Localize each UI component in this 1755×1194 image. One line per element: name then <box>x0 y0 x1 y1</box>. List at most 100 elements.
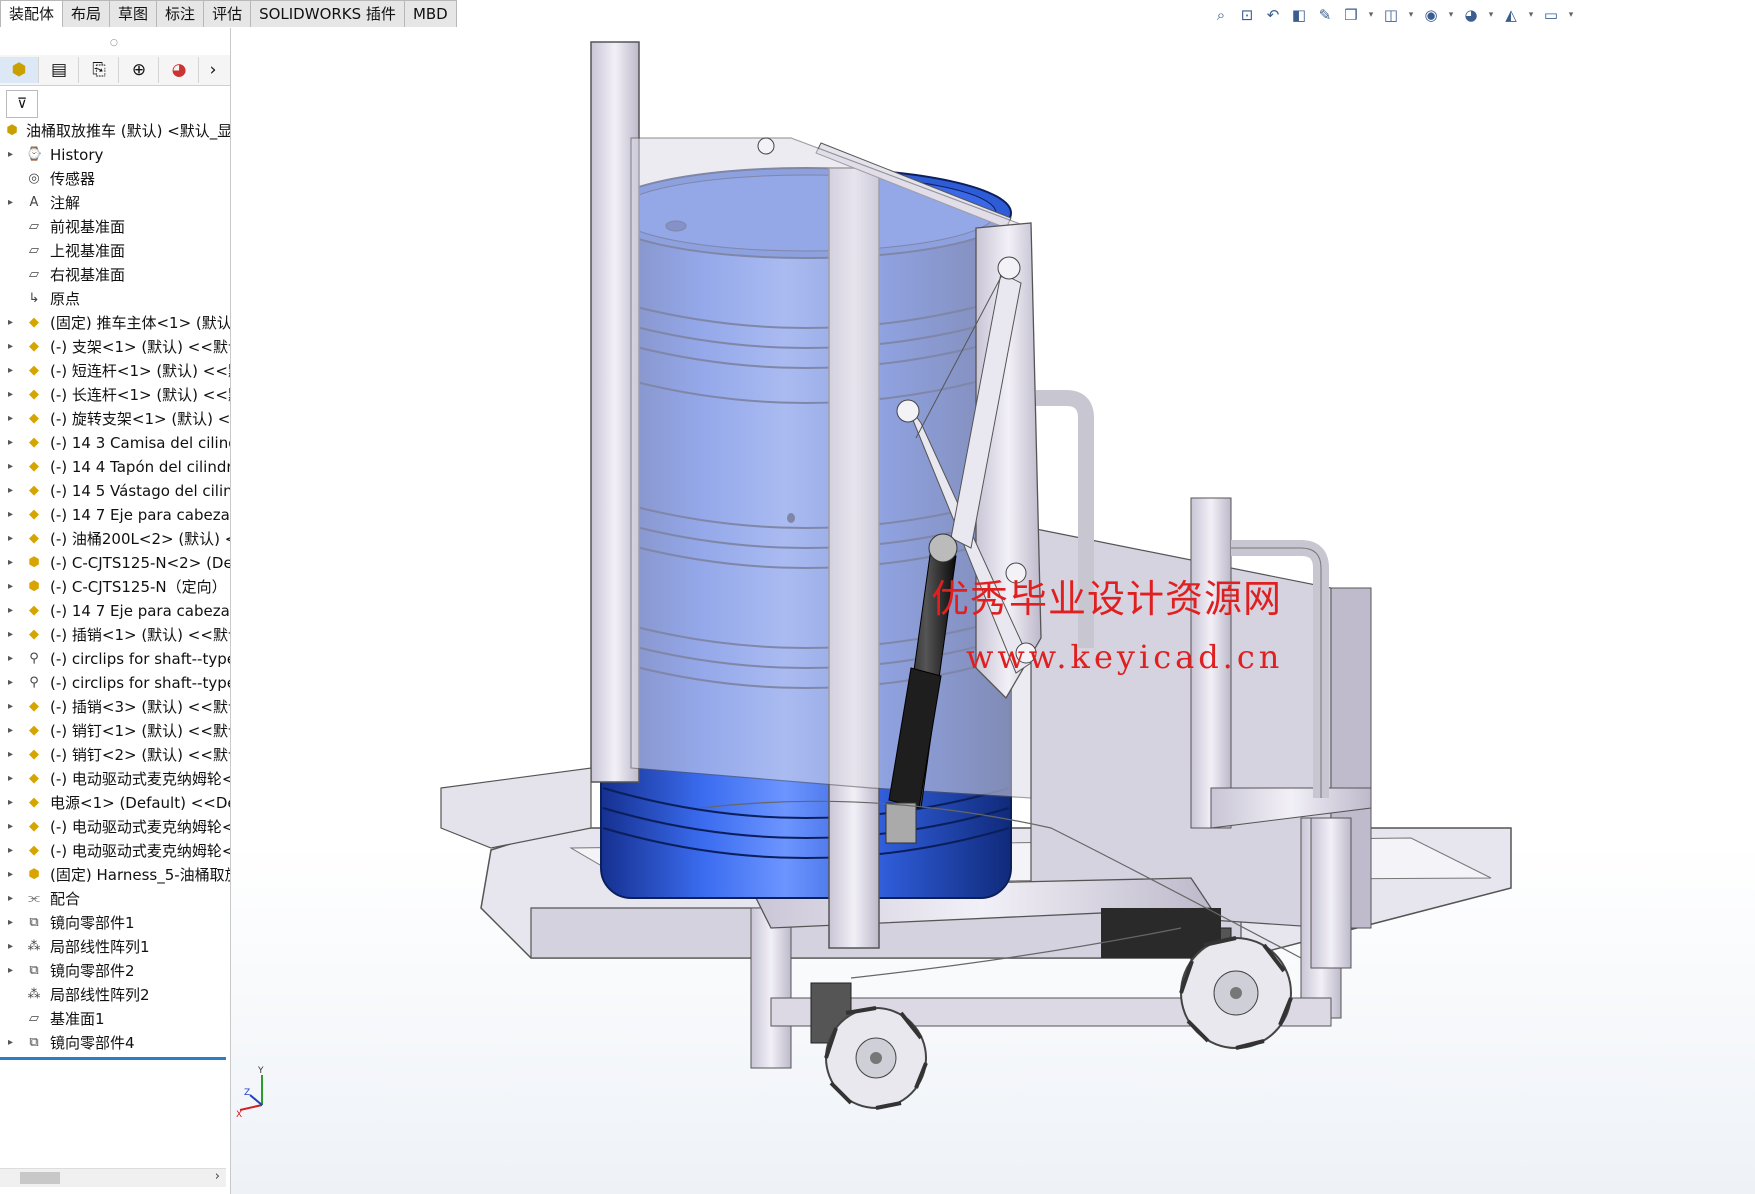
tab-6[interactable]: MBD <box>403 0 457 27</box>
tree-end-marker[interactable] <box>0 1057 226 1060</box>
tree-item[interactable]: ▸ ◆ (-) 插销<1> (默认) <<默认 <box>0 623 230 647</box>
section-view-icon[interactable]: ◧ <box>1288 4 1310 26</box>
chevron-down-icon[interactable]: ▾ <box>1366 4 1376 26</box>
tree-item[interactable]: ▸ ◆ (-) 短连杆<1> (默认) <<默 <box>0 359 230 383</box>
expand-icon[interactable]: ▸ <box>8 479 18 503</box>
expand-icon[interactable]: ▸ <box>8 791 18 815</box>
tab-1[interactable]: 布局 <box>62 0 111 27</box>
tree-item[interactable]: ▸ ◆ 电源<1> (Default) <<Def <box>0 791 230 815</box>
tree-item[interactable]: ▸ ◆ (-) 电动驱动式麦克纳姆轮< <box>0 839 230 863</box>
panel-grip-icon[interactable]: ○ <box>110 38 118 48</box>
tree-item[interactable]: ▸ ◆ (-) 插销<3> (默认) <<默认 <box>0 695 230 719</box>
expand-icon[interactable]: ▸ <box>8 1031 18 1055</box>
expand-icon[interactable]: ▸ <box>8 719 18 743</box>
expand-icon[interactable]: ▸ <box>8 671 18 695</box>
tree-item[interactable]: ▸ ⫘ 配合 <box>0 887 230 911</box>
tree-item[interactable]: ▸ ◆ (-) 14 3 Camisa del cilindr <box>0 431 230 455</box>
view-settings-icon[interactable]: ▭ <box>1540 4 1562 26</box>
expand-icon[interactable]: ▸ <box>8 359 18 383</box>
tab-5[interactable]: SOLIDWORKS 插件 <box>250 0 405 27</box>
tree-item[interactable]: ▱ 上视基准面 <box>0 239 230 263</box>
tree-item[interactable]: ◎ 传感器 <box>0 167 230 191</box>
expand-icon[interactable]: ▸ <box>8 527 18 551</box>
tab-0[interactable]: 装配体 <box>0 0 64 27</box>
expand-icon[interactable]: ▸ <box>8 959 18 983</box>
scroll-right-icon[interactable]: › <box>215 1169 220 1184</box>
hide-show-icon[interactable]: ◉ <box>1420 4 1442 26</box>
expand-icon[interactable]: ▸ <box>8 407 18 431</box>
chevron-down-icon[interactable]: ▾ <box>1486 4 1496 26</box>
tab-2[interactable]: 草图 <box>109 0 158 27</box>
configurationmanager-tab[interactable]: ⎘ <box>80 57 119 83</box>
chevron-down-icon[interactable]: ▾ <box>1526 4 1536 26</box>
view-orientation-icon[interactable]: ❒ <box>1340 4 1362 26</box>
chevron-down-icon[interactable]: ▾ <box>1406 4 1416 26</box>
tree-item[interactable]: ▸ ◆ (固定) 推车主体<1> (默认) < <box>0 311 230 335</box>
tree-item[interactable]: ▸ ◆ (-) 14 7 Eje para cabezal c <box>0 503 230 527</box>
more-tabs-button[interactable]: › <box>200 57 226 83</box>
display-manager-tab[interactable]: ◕ <box>160 57 199 83</box>
horizontal-scrollbar[interactable]: › <box>0 1168 226 1187</box>
expand-icon[interactable]: ▸ <box>8 887 18 911</box>
tree-item[interactable]: ▸ ⧉ 镜向零部件1 <box>0 911 230 935</box>
tree-item[interactable]: ▸ ◆ (-) 旋转支架<1> (默认) << <box>0 407 230 431</box>
expand-icon[interactable]: ▸ <box>8 143 18 167</box>
tree-root[interactable]: ⬢ 油桶取放推车 (默认) <默认_显 <box>0 119 230 143</box>
tree-item[interactable]: ▱ 前视基准面 <box>0 215 230 239</box>
expand-icon[interactable]: ▸ <box>8 911 18 935</box>
expand-icon[interactable]: ▸ <box>8 551 18 575</box>
tree-item[interactable]: ▸ ⬢ (固定) Harness_5-油桶取放 <box>0 863 230 887</box>
filter-button[interactable]: ⊽ <box>6 90 38 118</box>
zoom-to-fit-icon[interactable]: ⌕ <box>1210 4 1232 26</box>
featuremanager-tab[interactable]: ⬢ <box>0 57 39 83</box>
tree-item[interactable]: ▸ A 注解 <box>0 191 230 215</box>
apply-scene-icon[interactable]: ◭ <box>1500 4 1522 26</box>
display-style-icon[interactable]: ◫ <box>1380 4 1402 26</box>
expand-icon[interactable]: ▸ <box>8 575 18 599</box>
tree-item[interactable]: ▸ ◆ (-) 支架<1> (默认) <<默认 <box>0 335 230 359</box>
expand-icon[interactable]: ▸ <box>8 503 18 527</box>
tree-item[interactable]: ↳ 原点 <box>0 287 230 311</box>
tab-3[interactable]: 标注 <box>156 0 205 27</box>
expand-icon[interactable]: ▸ <box>8 839 18 863</box>
chevron-down-icon[interactable]: ▾ <box>1566 4 1576 26</box>
tab-4[interactable]: 评估 <box>203 0 252 27</box>
expand-icon[interactable]: ▸ <box>8 311 18 335</box>
expand-icon[interactable]: ▸ <box>8 599 18 623</box>
expand-icon[interactable]: ▸ <box>8 743 18 767</box>
tree-item[interactable]: ▸ ◆ (-) 14 4 Tapón del cilindr <box>0 455 230 479</box>
tree-item[interactable]: ▸ ⧉ 镜向零部件4 <box>0 1031 230 1055</box>
dynamic-annotation-icon[interactable]: ✎ <box>1314 4 1336 26</box>
scrollbar-thumb[interactable] <box>20 1172 60 1184</box>
expand-icon[interactable]: ▸ <box>8 815 18 839</box>
expand-icon[interactable]: ▸ <box>8 935 18 959</box>
dimxpert-tab[interactable]: ⊕ <box>120 57 159 83</box>
zoom-to-area-icon[interactable]: ⊡ <box>1236 4 1258 26</box>
tree-item[interactable]: ▸ ◆ (-) 销钉<1> (默认) <<默认 <box>0 719 230 743</box>
tree-item[interactable]: ▸ ◆ (-) 长连杆<1> (默认) <<默 <box>0 383 230 407</box>
tree-item[interactable]: ▸ ⚲ (-) circlips for shaft--type <box>0 671 230 695</box>
previous-view-icon[interactable]: ↶ <box>1262 4 1284 26</box>
tree-item[interactable]: ▸ ◆ (-) 油桶200L<2> (默认) << <box>0 527 230 551</box>
tree-item[interactable]: ▸ ⚲ (-) circlips for shaft--type <box>0 647 230 671</box>
tree-item[interactable]: ▸ ◆ (-) 电动驱动式麦克纳姆轮< <box>0 815 230 839</box>
expand-icon[interactable]: ▸ <box>8 647 18 671</box>
expand-icon[interactable]: ▸ <box>8 623 18 647</box>
tree-item[interactable]: ▸ ◆ (-) 14 7 Eje para cabezal c <box>0 599 230 623</box>
tree-item[interactable]: ▸ ⌚ History <box>0 143 230 167</box>
tree-item[interactable]: ⁂ 局部线性阵列2 <box>0 983 230 1007</box>
expand-icon[interactable]: ▸ <box>8 191 18 215</box>
tree-item[interactable]: ▸ ⬢ (-) C-CJTS125-N<2> (Def <box>0 551 230 575</box>
expand-icon[interactable]: ▸ <box>8 455 18 479</box>
tree-item[interactable]: ▸ ◆ (-) 销钉<2> (默认) <<默认 <box>0 743 230 767</box>
tree-item[interactable]: ▸ ⧉ 镜向零部件2 <box>0 959 230 983</box>
expand-icon[interactable]: ▸ <box>8 695 18 719</box>
expand-icon[interactable]: ▸ <box>8 335 18 359</box>
graphics-area[interactable]: 优秀毕业设计资源网 www.keyicad.cn <box>231 28 1755 1194</box>
tree-item[interactable]: ▸ ⬢ (-) C-CJTS125-N（定向） <box>0 575 230 599</box>
edit-appearance-icon[interactable]: ◕ <box>1460 4 1482 26</box>
expand-icon[interactable]: ▸ <box>8 863 18 887</box>
tree-item[interactable]: ▸ ◆ (-) 电动驱动式麦克纳姆轮< <box>0 767 230 791</box>
chevron-down-icon[interactable]: ▾ <box>1446 4 1456 26</box>
tree-item[interactable]: ▸ ◆ (-) 14 5 Vástago del cilinc <box>0 479 230 503</box>
